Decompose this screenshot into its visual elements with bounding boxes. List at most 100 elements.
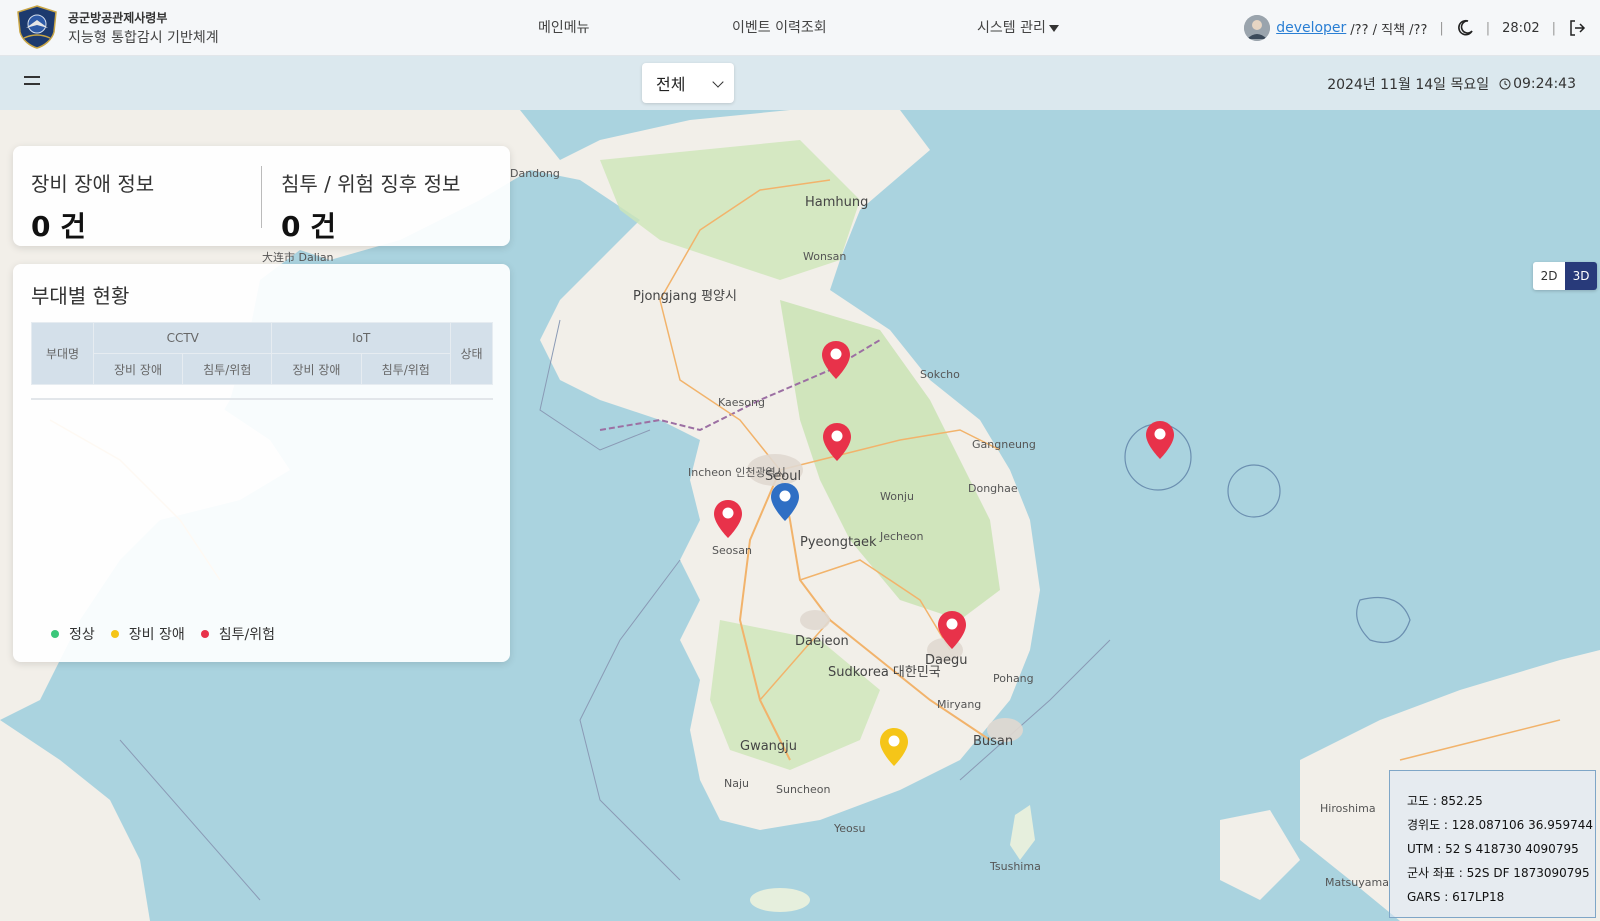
intrusion-count: 0 건 [281, 210, 336, 243]
map-label-yeosu: Yeosu [833, 822, 865, 835]
view-2d-button[interactable]: 2D [1533, 262, 1565, 290]
map-label-gangneung: Gangneung [972, 438, 1036, 451]
view-mode-toggle: 2D 3D [1533, 262, 1597, 290]
map-label-gwangju: Gwangju [740, 739, 797, 754]
divider: | [1551, 20, 1556, 36]
col-cctv-fault[interactable]: 장비 장애 [92, 353, 184, 385]
current-datetime: 2024년 11월 14일 목요일 09:24:43 [1327, 74, 1576, 94]
status-legend: 정상 장비 장애 침투/위험 [51, 624, 291, 644]
legend-dot-intrusion [200, 630, 209, 638]
col-status[interactable]: 상태 [450, 322, 493, 385]
system-name: 지능형 통합감시 기반체계 [68, 30, 219, 46]
legend-item-fault: 장비 장애 [110, 624, 185, 644]
current-time: 09:24:43 [1513, 76, 1576, 92]
org-name: 공군방공관제사령부 [68, 11, 168, 25]
map-label-pohang: Pohang [993, 672, 1034, 685]
col-iot-intrusion[interactable]: 침투/위험 [360, 353, 452, 385]
divider [261, 166, 262, 228]
legend-dot-fault [110, 630, 119, 638]
col-unit-name[interactable]: 부대명 [31, 322, 94, 385]
map-label-seosan: Seosan [712, 544, 752, 557]
map-marker-alert[interactable] [821, 340, 851, 380]
user-avatar[interactable] [1244, 15, 1271, 41]
coord-altitude: 고도 : 852.25 [1407, 794, 1483, 808]
unit-status-table: 부대명 CCTV IoT 상태 장비 장애 침투/위험 장비 장애 침투/위험 [31, 322, 493, 385]
clock-icon [1499, 78, 1511, 90]
divider: | [1439, 20, 1444, 36]
map-marker-current[interactable] [770, 482, 800, 522]
coord-latlon: 경위도 : 128.087106 36.959744 [1407, 818, 1594, 832]
intrusion-stat[interactable]: 침투 / 위험 징후 정보 0 건 [281, 168, 460, 245]
divider: | [1485, 20, 1491, 36]
equipment-fault-title: 장비 장애 정보 [31, 172, 155, 196]
map-label-busan: Busan [973, 734, 1013, 749]
map-label-sudkorea: Sudkorea 대한민국 [828, 665, 941, 680]
legend-dot-normal [51, 630, 59, 638]
map-label-wonju: Wonju [880, 490, 914, 503]
current-date: 2024년 11월 14일 목요일 [1327, 77, 1490, 93]
top-header: 공군방공관제사령부 지능형 통합감시 기반체계 메인메뉴 이벤트 이력조회 시스… [0, 0, 1600, 56]
org-logo [17, 5, 57, 49]
map-label-sokcho: Sokcho [920, 368, 960, 381]
unit-filter-select[interactable]: 전체 [642, 63, 734, 103]
user-rank-position: /?? / 직책 /?? [1350, 22, 1428, 38]
col-cctv: CCTV [92, 322, 273, 354]
hamburger-menu-icon[interactable] [24, 76, 42, 88]
map-marker-alert[interactable] [713, 499, 743, 539]
map-label-donghae: Donghae [968, 482, 1018, 495]
map-label-jecheon: Jecheon [879, 530, 924, 543]
legend-label-intrusion: 침투/위험 [218, 627, 275, 643]
map-marker-alert[interactable] [1145, 420, 1175, 460]
table-empty-divider [31, 398, 493, 400]
unit-filter-value: 전체 [656, 75, 686, 94]
equipment-fault-count: 0 건 [31, 210, 86, 243]
alert-summary-panel: 장비 장애 정보 0 건 침투 / 위험 징후 정보 0 건 [13, 146, 510, 246]
map-label-wonsan: Wonsan [803, 250, 846, 263]
map-label-matsuyama: Matsuyama [1325, 876, 1389, 889]
coordinate-info-box: 고도 : 852.25 경위도 : 128.087106 36.959744 U… [1389, 770, 1596, 918]
nav-system-admin-label: 시스템 관리 [977, 20, 1046, 36]
col-iot-fault[interactable]: 장비 장애 [271, 353, 362, 385]
unit-status-title: 부대별 현황 [31, 284, 130, 308]
nav-event-history[interactable]: 이벤트 이력조회 [732, 17, 827, 37]
map-label-incheon: Incheon 인천광역시 [688, 465, 786, 479]
map-label-suncheon: Suncheon [776, 783, 830, 796]
map-label-pyeongtaek: Pyeongtaek [800, 535, 877, 550]
legend-label-fault: 장비 장애 [128, 627, 185, 643]
map-label-kaesong: Kaesong [718, 396, 765, 409]
map-marker-alert[interactable] [822, 422, 852, 462]
equipment-fault-stat[interactable]: 장비 장애 정보 0 건 [31, 168, 154, 245]
unit-status-panel: 부대별 현황 부대명 CCTV IoT 상태 장비 장애 침투/위험 장비 장애… [13, 264, 510, 662]
coord-military: 군사 좌표 : 52S DF 1873090795 [1407, 866, 1590, 880]
map-marker-warning[interactable] [879, 727, 909, 767]
map-label-tsushima: Tsushima [989, 860, 1041, 873]
logout-icon[interactable] [1568, 19, 1586, 37]
map-label-daejeon: Daejeon [795, 634, 849, 649]
coord-gars: GARS : 617LP18 [1407, 890, 1505, 904]
moon-icon[interactable] [1456, 19, 1474, 37]
nav-main-menu[interactable]: 메인메뉴 [538, 17, 590, 37]
view-3d-button[interactable]: 3D [1565, 262, 1597, 290]
intrusion-title: 침투 / 위험 징후 정보 [281, 172, 461, 196]
sub-toolbar: 전체 2024년 11월 14일 목요일 09:24:43 [0, 56, 1600, 110]
map-label-miryang: Miryang [937, 698, 981, 711]
legend-item-normal: 정상 [51, 624, 95, 644]
map-label-dalian: 大连市 Dalian [262, 250, 334, 264]
map-marker-alert[interactable] [937, 610, 967, 650]
legend-item-intrusion: 침투/위험 [200, 624, 275, 644]
col-cctv-intrusion[interactable]: 침투/위험 [182, 353, 273, 385]
user-area: developer /?? / 직책 /?? | | 28:02 | [1244, 14, 1586, 42]
map-label-hamhung: Hamhung [805, 195, 868, 210]
legend-label-normal: 정상 [69, 627, 95, 643]
chevron-down-icon [712, 76, 724, 88]
map-label-hiroshima: Hiroshima [1320, 802, 1376, 815]
nav-system-admin[interactable]: 시스템 관리 [977, 17, 1059, 37]
user-name-link[interactable]: developer [1276, 20, 1346, 36]
map-label-naju: Naju [724, 777, 749, 790]
caret-down-icon [1048, 24, 1059, 32]
session-timer: 28:02 [1502, 20, 1540, 36]
coord-utm: UTM : 52 S 418730 4090795 [1407, 842, 1579, 856]
col-iot: IoT [271, 322, 451, 354]
map-label-pyongyang: Pjongjang 평양시 [633, 289, 737, 304]
map-label-dandong: Dandong [510, 167, 560, 180]
